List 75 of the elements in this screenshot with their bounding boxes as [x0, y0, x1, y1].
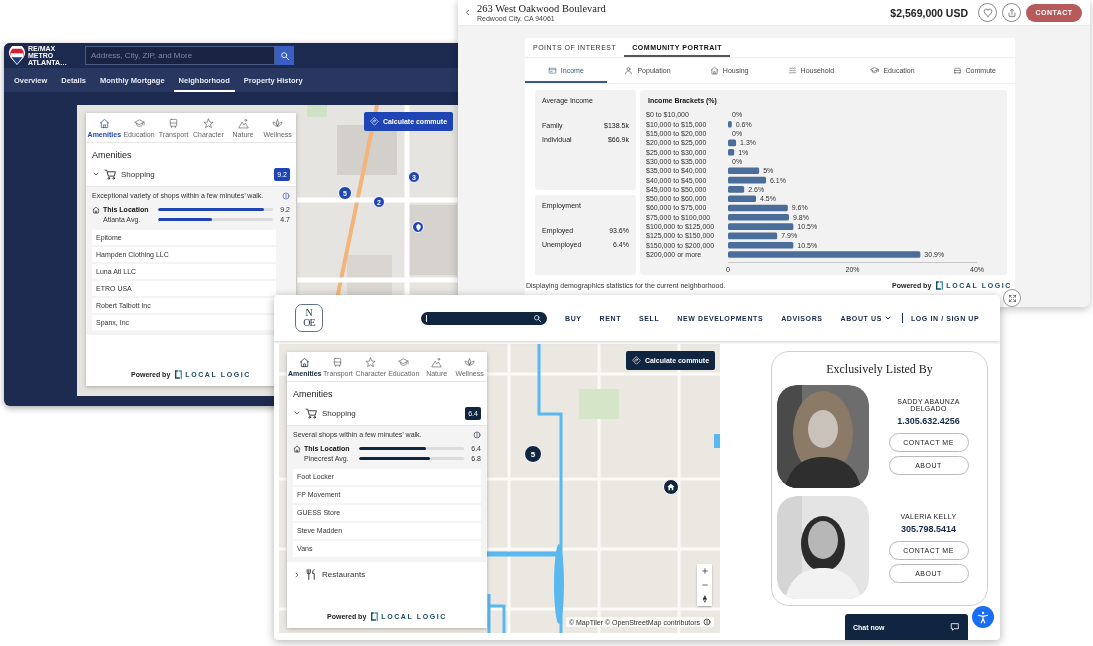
bar [728, 214, 789, 221]
accessibility-button[interactable] [972, 606, 994, 628]
search-field[interactable] [421, 311, 547, 325]
star-icon [202, 117, 214, 129]
lotus-icon [272, 117, 284, 129]
house-icon [98, 117, 110, 129]
cart-icon [104, 167, 117, 181]
mountain-icon [431, 356, 443, 368]
compass-button[interactable] [697, 592, 712, 606]
house-icon [709, 66, 719, 75]
category-label: Shopping [121, 169, 155, 179]
category-label: Restaurants [322, 570, 366, 579]
listing-title: 263 West Oakwood Boulevard [477, 3, 606, 14]
back-icon [463, 8, 472, 17]
house-icon [92, 205, 100, 214]
expand-icon [1007, 293, 1017, 303]
graduation-cap-icon [398, 356, 410, 368]
section-heading: Amenities [293, 389, 334, 399]
card-title: Exclusively Listed By [825, 361, 934, 378]
house-icon [666, 482, 676, 492]
listing-price: $2,569,000 USD [890, 6, 968, 19]
share-icon [1006, 7, 1017, 18]
car-icon [952, 66, 962, 75]
pin-icon [414, 223, 422, 231]
search-button[interactable] [275, 46, 294, 65]
mountain-icon [237, 117, 249, 129]
section-heading: Amenities [92, 150, 133, 160]
bar [728, 223, 794, 230]
info-icon [473, 431, 481, 440]
fullscreen-button[interactable] [1003, 289, 1021, 307]
chevron-icon[interactable] [293, 409, 301, 417]
logo-text: OE [303, 318, 315, 328]
share-button[interactable] [1002, 3, 1021, 22]
diamond-icon [631, 356, 641, 365]
bar [728, 204, 788, 212]
bracket-logo-icon [175, 369, 183, 379]
star-icon [365, 356, 377, 368]
cart-icon [305, 406, 318, 420]
logo-text: N [305, 308, 313, 318]
house-icon [299, 356, 311, 368]
agent-phone: 305.798.5414 [900, 523, 957, 534]
favorite-button[interactable] [978, 3, 997, 22]
fork-knife-icon [305, 568, 318, 581]
bracket-logo-icon [371, 611, 379, 621]
bus-icon [168, 117, 180, 129]
waves-icon [787, 66, 797, 75]
search-field[interactable]: Address, City, ZIP, and More [85, 46, 275, 65]
bus-icon [332, 356, 344, 368]
plus-icon [700, 567, 709, 575]
bar [728, 121, 732, 128]
balloon-logo-icon [8, 45, 26, 66]
chevron-icon[interactable] [293, 570, 301, 579]
bracket-logo-icon [936, 280, 944, 290]
compass-icon [700, 595, 709, 603]
info-icon [703, 618, 711, 626]
chat-icon [950, 622, 960, 632]
agent-phone: 1.305.632.4256 [897, 416, 960, 426]
person-icon [624, 66, 634, 75]
search-icon [279, 50, 290, 61]
graduation-cap-icon [870, 66, 880, 75]
bar [728, 195, 756, 202]
house-icon [293, 444, 301, 453]
lotus-icon [464, 356, 476, 368]
card-icon [547, 66, 557, 75]
bar [728, 186, 745, 193]
minus-icon [700, 581, 709, 589]
diamond-icon [369, 117, 379, 126]
heart-icon [982, 7, 993, 18]
category-label: Shopping [322, 408, 356, 418]
chevron-icon[interactable] [92, 170, 100, 178]
caret-icon [883, 314, 892, 322]
search-icon [533, 313, 542, 323]
accessibility-icon [976, 610, 990, 624]
info-icon [282, 192, 290, 201]
graduation-cap-icon [133, 117, 145, 129]
